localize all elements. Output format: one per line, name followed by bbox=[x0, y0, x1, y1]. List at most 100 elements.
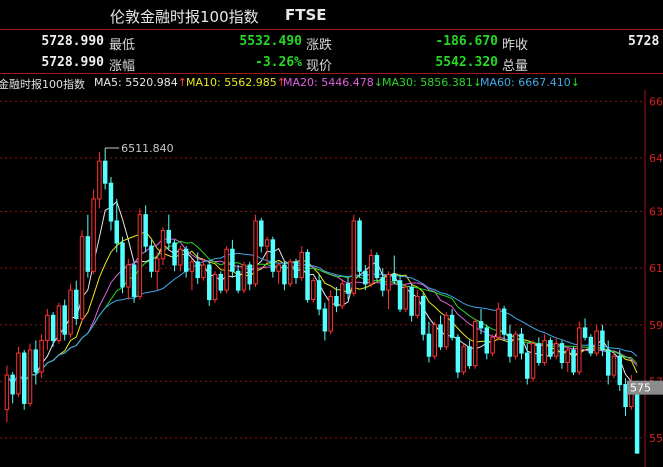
candle-body bbox=[270, 239, 276, 272]
candle-body bbox=[322, 308, 328, 332]
candle-body bbox=[403, 286, 409, 310]
candle-body bbox=[74, 289, 79, 319]
candle-body bbox=[247, 264, 252, 285]
candle-body bbox=[444, 314, 449, 348]
candle-body bbox=[235, 270, 241, 291]
candle-body bbox=[39, 339, 44, 373]
candle-body bbox=[108, 182, 114, 222]
candle-body bbox=[478, 321, 484, 329]
candle-body bbox=[386, 273, 391, 291]
candle-body bbox=[172, 242, 177, 266]
candle-body bbox=[548, 339, 553, 357]
candle-body bbox=[345, 283, 351, 294]
candle-body bbox=[195, 261, 200, 279]
candle-body bbox=[305, 251, 310, 301]
candle-body bbox=[137, 214, 143, 297]
moving-average-lines bbox=[6, 200, 638, 398]
candle-body bbox=[374, 255, 380, 279]
candle-body bbox=[432, 324, 437, 357]
candle-body bbox=[224, 248, 229, 291]
candle-body bbox=[178, 248, 183, 266]
candle-body bbox=[259, 220, 264, 247]
candle-body bbox=[536, 343, 542, 363]
candle-body bbox=[102, 160, 108, 184]
candle-body bbox=[183, 248, 189, 272]
candle-body bbox=[634, 384, 640, 454]
candle-body bbox=[189, 261, 195, 272]
candle-body bbox=[282, 264, 287, 285]
y-tick-label: 595 bbox=[649, 319, 663, 332]
candle-body bbox=[311, 280, 316, 301]
candle-body bbox=[328, 295, 333, 332]
candle-body bbox=[594, 330, 599, 354]
candle-body bbox=[201, 264, 206, 279]
ma-line-ma5 bbox=[6, 200, 638, 398]
candle-body bbox=[160, 229, 166, 260]
candle-body bbox=[114, 220, 119, 244]
y-tick-label: 559 bbox=[649, 432, 663, 445]
candle-body bbox=[166, 229, 172, 244]
candle-body bbox=[501, 308, 507, 335]
candle-body bbox=[293, 261, 299, 279]
candle-body bbox=[467, 346, 472, 367]
candlestick-chart: 660648631613595577559 6511.840575 bbox=[0, 90, 663, 467]
y-tick-label: 613 bbox=[649, 262, 663, 275]
candle-body bbox=[507, 333, 513, 357]
candle-body bbox=[149, 245, 154, 272]
candle-body bbox=[571, 349, 576, 373]
candle-body bbox=[513, 333, 518, 357]
candle-body bbox=[207, 264, 212, 301]
candle-body bbox=[542, 339, 547, 363]
candle-body bbox=[56, 305, 62, 341]
candle-body bbox=[490, 336, 495, 354]
candle-body bbox=[409, 286, 414, 316]
candle-body bbox=[530, 343, 536, 379]
candle-body bbox=[299, 251, 304, 279]
candle-body bbox=[519, 333, 524, 354]
candles bbox=[4, 147, 640, 454]
candle-body bbox=[27, 349, 33, 404]
candle-body bbox=[351, 220, 357, 294]
candle-body bbox=[22, 352, 27, 404]
candle-body bbox=[455, 336, 461, 373]
candle-body bbox=[363, 270, 368, 285]
current-price-tag: 575 bbox=[630, 382, 651, 395]
candle-body bbox=[415, 295, 420, 316]
candle-body bbox=[449, 314, 455, 338]
candle-body bbox=[334, 295, 339, 307]
candle-body bbox=[230, 248, 235, 272]
candle-body bbox=[582, 327, 588, 338]
candle-body bbox=[16, 352, 21, 395]
candle-body bbox=[264, 239, 270, 247]
candle-body bbox=[4, 374, 10, 411]
candle-body bbox=[241, 264, 247, 291]
candle-body bbox=[525, 352, 530, 379]
candle-body bbox=[553, 343, 559, 357]
candle-body bbox=[50, 314, 56, 341]
candle-body bbox=[461, 346, 466, 373]
candle-body bbox=[131, 264, 137, 297]
candle-body bbox=[420, 295, 426, 335]
candle-body bbox=[380, 277, 385, 291]
candle-body bbox=[368, 255, 374, 285]
candle-body bbox=[253, 220, 258, 285]
candle-body bbox=[45, 314, 50, 341]
candle-body bbox=[276, 264, 281, 272]
candle-body bbox=[10, 374, 15, 395]
candle-body bbox=[33, 349, 39, 373]
price-axis: 660648631613595577559 bbox=[644, 90, 663, 467]
y-tick-label: 660 bbox=[649, 95, 663, 108]
y-tick-label: 631 bbox=[649, 206, 663, 219]
candle-body bbox=[316, 280, 322, 310]
candle-body bbox=[577, 327, 582, 373]
candle-body bbox=[62, 305, 67, 335]
candle-body bbox=[397, 280, 403, 310]
candle-body bbox=[120, 242, 125, 288]
candle-body bbox=[340, 283, 345, 307]
candle-body bbox=[438, 324, 443, 348]
candle-body bbox=[212, 273, 218, 301]
candle-body bbox=[472, 321, 478, 367]
candle-body bbox=[79, 236, 85, 319]
candle-body bbox=[426, 333, 432, 357]
candle-body bbox=[484, 327, 490, 354]
